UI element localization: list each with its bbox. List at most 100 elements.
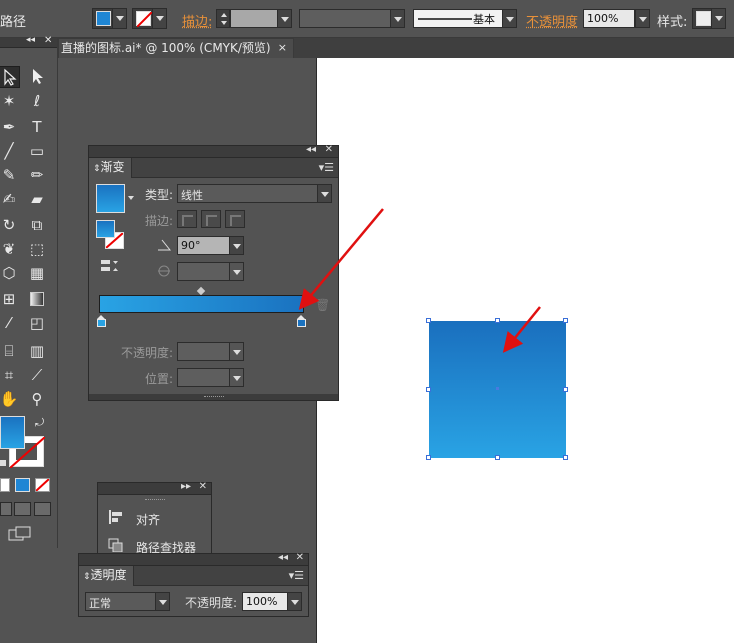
- aspect-ratio-dropdown[interactable]: [229, 262, 244, 281]
- warp-tool-icon[interactable]: ❦: [0, 238, 20, 260]
- stroke-weight-dropdown[interactable]: [277, 9, 292, 28]
- tab-gradient[interactable]: ⇕渐变: [89, 158, 132, 178]
- hand-tool-icon[interactable]: ✋: [0, 388, 20, 410]
- rotate-tool-icon[interactable]: ↻: [0, 214, 20, 236]
- resize-handle[interactable]: [426, 387, 431, 392]
- close-icon[interactable]: ✕: [44, 35, 52, 46]
- screen-mode-icon[interactable]: [8, 526, 32, 542]
- tab-transparency[interactable]: ⇕透明度: [79, 566, 134, 586]
- close-icon[interactable]: ✕: [296, 552, 304, 563]
- panel-menu-icon[interactable]: ▾☰: [319, 161, 334, 174]
- close-icon[interactable]: ✕: [325, 144, 333, 155]
- document-tab[interactable]: 直播的图标.ai* @ 100% (CMYK/预览) ×: [58, 38, 294, 58]
- selection-tool-icon[interactable]: [0, 66, 20, 88]
- mesh-tool-icon[interactable]: ⊞: [0, 288, 20, 310]
- default-colors-icon[interactable]: [0, 460, 6, 466]
- type-tool-icon[interactable]: T: [26, 116, 48, 138]
- gradient-stop-right[interactable]: [297, 315, 306, 327]
- eraser-tool-icon[interactable]: ▰: [26, 188, 48, 210]
- scale-tool-icon[interactable]: ⧉: [26, 214, 48, 236]
- resize-handle[interactable]: [563, 318, 568, 323]
- opacity-input[interactable]: 100%: [583, 9, 635, 28]
- slice-tool-icon[interactable]: ⟋: [26, 364, 48, 386]
- artboard-tool-icon[interactable]: ⌗: [0, 364, 20, 386]
- pencil-tool-icon[interactable]: ✏: [26, 164, 48, 186]
- graph-tool-icon[interactable]: ▥: [26, 340, 48, 362]
- resize-handle[interactable]: [426, 455, 431, 460]
- chevron-down-icon[interactable]: [128, 196, 134, 200]
- opacity-input[interactable]: 100%: [242, 592, 288, 611]
- free-transform-tool-icon[interactable]: ⬚: [26, 238, 48, 260]
- line-tool-icon[interactable]: ╱: [0, 140, 20, 162]
- gradient-preview-swatch[interactable]: [96, 184, 125, 213]
- gradient-stop-left[interactable]: [97, 315, 106, 327]
- close-icon[interactable]: ×: [278, 39, 287, 57]
- stroke-weight-label[interactable]: 描边:: [182, 11, 212, 30]
- gradient-tool-icon[interactable]: [26, 288, 48, 310]
- resize-handle[interactable]: [563, 455, 568, 460]
- paintbrush-tool-icon[interactable]: ✎: [0, 164, 20, 186]
- stop-position-dropdown[interactable]: [229, 368, 244, 387]
- color-mode-button[interactable]: [0, 478, 10, 492]
- draw-inside-button[interactable]: [34, 502, 51, 516]
- none-mode-button[interactable]: [35, 478, 50, 492]
- stroke-weight-input[interactable]: [230, 9, 278, 28]
- resize-handle[interactable]: [563, 387, 568, 392]
- perspective-grid-tool-icon[interactable]: ▦: [26, 262, 48, 284]
- resize-handle[interactable]: [495, 318, 500, 323]
- draw-normal-button[interactable]: [0, 502, 12, 516]
- resize-handle[interactable]: [426, 318, 431, 323]
- tools-panel-header[interactable]: ◂◂ ✕: [0, 35, 57, 48]
- opacity-dropdown[interactable]: [287, 592, 302, 611]
- stop-opacity-dropdown[interactable]: [229, 342, 244, 361]
- lasso-tool-icon[interactable]: ℓ: [26, 90, 48, 112]
- fill-color-box-front[interactable]: [0, 416, 25, 449]
- panel-titlebar[interactable]: ◂◂ ✕: [89, 144, 338, 158]
- panel-resize-bar[interactable]: [89, 394, 338, 400]
- gradient-mode-button[interactable]: [15, 478, 30, 492]
- stroke-weight-stepper[interactable]: [216, 9, 230, 28]
- stroke-gradient-along-button[interactable]: [201, 210, 221, 228]
- align-item[interactable]: 对齐: [108, 510, 208, 530]
- blob-brush-tool-icon[interactable]: ✍: [0, 188, 20, 210]
- fill-swatch[interactable]: [96, 220, 115, 238]
- close-icon[interactable]: ✕: [199, 481, 207, 492]
- aspect-ratio-input[interactable]: [177, 262, 231, 281]
- panel-titlebar[interactable]: ◂◂ ✕: [79, 552, 308, 566]
- gradient-type-select[interactable]: 线性: [177, 184, 332, 203]
- panel-menu-icon[interactable]: ▾☰: [289, 569, 304, 582]
- stop-opacity-input[interactable]: [177, 342, 231, 361]
- rectangle-tool-icon[interactable]: ▭: [26, 140, 48, 162]
- reverse-gradient-icon[interactable]: [100, 258, 120, 274]
- expand-icon[interactable]: ▸▸: [181, 481, 191, 492]
- stroke-color-dropdown[interactable]: [132, 8, 167, 29]
- pen-tool-icon[interactable]: ✒: [0, 116, 20, 138]
- collapse-icon[interactable]: ◂◂: [306, 144, 316, 155]
- eyedropper-tool-icon[interactable]: ⁄: [0, 312, 20, 334]
- variable-width-profile[interactable]: [299, 9, 405, 28]
- stop-position-input[interactable]: [177, 368, 231, 387]
- graphic-style-dropdown[interactable]: [692, 8, 726, 29]
- magic-wand-tool-icon[interactable]: ✶: [0, 90, 20, 112]
- angle-dropdown[interactable]: [229, 236, 244, 255]
- panel-titlebar[interactable]: ▸▸ ✕: [98, 481, 211, 495]
- gradient-slider[interactable]: [99, 295, 304, 313]
- blend-tool-icon[interactable]: ◰: [26, 312, 48, 334]
- midpoint-diamond[interactable]: [196, 286, 206, 296]
- direct-selection-tool-icon[interactable]: [26, 66, 48, 88]
- delete-stop-icon[interactable]: 🗑: [315, 298, 330, 312]
- fill-color-dropdown[interactable]: [92, 8, 127, 29]
- angle-input[interactable]: 90°: [177, 236, 231, 255]
- symbol-sprayer-tool-icon[interactable]: ⌸: [0, 340, 20, 362]
- draw-behind-button[interactable]: [14, 502, 31, 516]
- collapse-icon[interactable]: ◂◂: [278, 552, 288, 563]
- brush-definition-dropdown[interactable]: 基本: [413, 9, 517, 28]
- stroke-gradient-within-button[interactable]: [177, 210, 197, 228]
- shape-builder-tool-icon[interactable]: ⬡: [0, 262, 20, 284]
- collapse-icon[interactable]: ◂◂: [26, 35, 35, 45]
- swap-colors-icon[interactable]: ⤾: [35, 416, 44, 430]
- resize-handle[interactable]: [495, 455, 500, 460]
- opacity-dropdown[interactable]: [635, 9, 650, 28]
- opacity-label[interactable]: 不透明度: [526, 11, 578, 30]
- zoom-tool-icon[interactable]: ⚲: [26, 388, 48, 410]
